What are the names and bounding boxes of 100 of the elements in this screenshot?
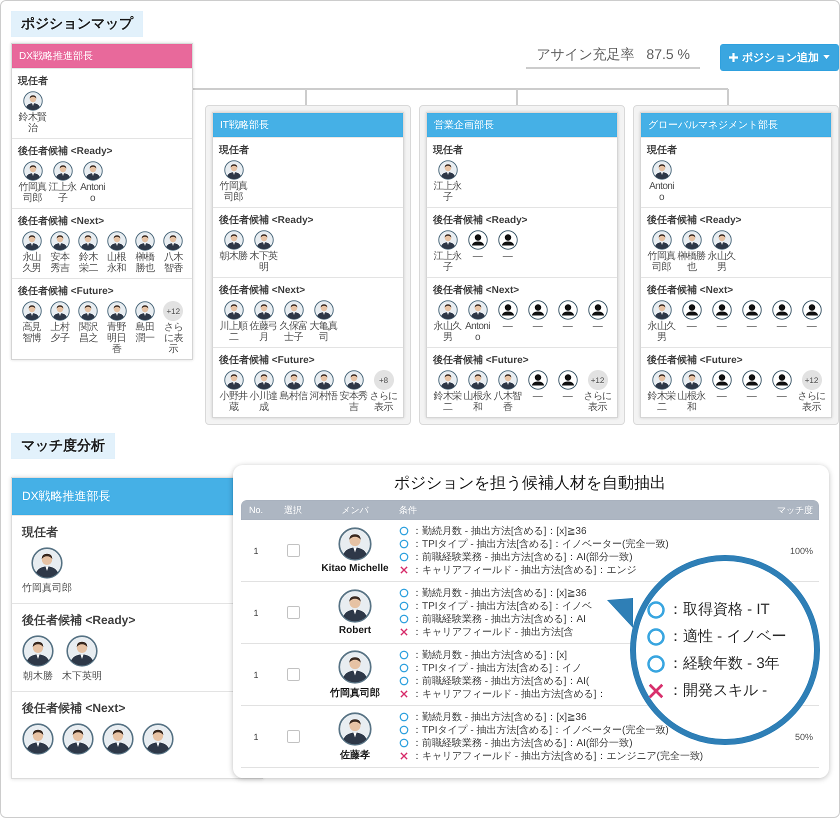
member-name: 永山久男 bbox=[21, 252, 42, 274]
avatar bbox=[82, 161, 102, 181]
avatar bbox=[338, 589, 372, 623]
section-label: 後任者候補 <Next> bbox=[433, 284, 520, 297]
avatar bbox=[254, 300, 274, 320]
condition-text: ：TPIタイプ - 抽出方法[含める]：イノベ bbox=[412, 600, 592, 613]
section-label: 現任者 bbox=[433, 144, 464, 157]
member-name: 佐藤孝 bbox=[340, 748, 370, 762]
member-name: 高見智博 bbox=[21, 322, 42, 344]
avatar bbox=[62, 723, 94, 755]
avatar bbox=[142, 723, 174, 755]
section-label: 現任者 bbox=[18, 74, 49, 88]
person-icon bbox=[528, 300, 548, 320]
avatar bbox=[134, 231, 155, 251]
avatar bbox=[224, 230, 244, 250]
avatar bbox=[224, 160, 244, 180]
member-name: 上村夕子 bbox=[50, 322, 71, 344]
avatar bbox=[50, 231, 70, 251]
card-title: IT戦略部長 bbox=[213, 113, 403, 137]
table-header: No. 選択 メンバ 条件 マッチ度 bbox=[241, 500, 819, 520]
member-name: 島村信 bbox=[279, 391, 308, 402]
more-label[interactable]: さらに表示 bbox=[797, 391, 826, 413]
checkbox[interactable] bbox=[286, 606, 300, 619]
section-label: 後任者候補 <Future> bbox=[219, 354, 316, 367]
member-name: 青野明日香 bbox=[106, 322, 128, 355]
card-title: 営業企画部長 bbox=[427, 113, 617, 137]
condition-text: ：勤続月数 - 抽出方法[含める]：[x]≧36 bbox=[412, 524, 587, 538]
member-name: 永山久男 bbox=[707, 251, 736, 273]
condition-text: ：キャリアフィールド - 抽出方法[含 bbox=[412, 626, 574, 639]
avatar bbox=[50, 301, 70, 321]
avatar bbox=[682, 230, 702, 250]
more-label[interactable]: さらに表示 bbox=[369, 391, 398, 413]
more-button[interactable]: +12 bbox=[588, 370, 608, 390]
avatar bbox=[314, 300, 334, 320]
section-title: マッチ度分析 bbox=[11, 433, 115, 459]
person-icon bbox=[468, 230, 488, 250]
member-name: — bbox=[502, 251, 512, 262]
member-name: 鈴木栄二 bbox=[647, 391, 676, 413]
member-name: — bbox=[776, 321, 786, 332]
section-label: 後任者候補 <Ready> bbox=[18, 144, 114, 158]
member-name: 小川達成 bbox=[249, 391, 278, 413]
avatar bbox=[106, 231, 127, 251]
condition-text: ：TPIタイプ - 抽出方法[含める]：イノベーター(完全一致) bbox=[412, 538, 669, 551]
person-icon bbox=[682, 300, 702, 320]
section-label: 後任者候補 <Ready> bbox=[433, 214, 528, 227]
checkbox[interactable] bbox=[286, 668, 300, 681]
more-button[interactable]: +12 bbox=[163, 301, 184, 321]
avatar bbox=[284, 370, 304, 390]
member-name: — bbox=[746, 391, 756, 402]
section-label: 後任者候補 <Future> bbox=[18, 284, 115, 298]
more-label[interactable]: さらに表示 bbox=[160, 322, 187, 355]
checkbox[interactable] bbox=[286, 730, 300, 743]
condition-text: ：前職経験業務 - 抽出方法[含める]：AI(部分一致) bbox=[412, 736, 633, 750]
member-name: 鈴木栄二 bbox=[78, 252, 99, 274]
avatar bbox=[284, 300, 304, 320]
condition-text: ：前職経験業務 - 抽出方法[含める]：AI(部分一致) bbox=[412, 550, 633, 564]
member-name: 竹岡真司郎 bbox=[22, 582, 72, 595]
member-name: 安本秀吉 bbox=[339, 391, 368, 413]
person-icon bbox=[498, 230, 518, 250]
avatar bbox=[224, 370, 244, 390]
section-label: 後任者候補 <Next> bbox=[219, 284, 306, 297]
member-name: Antonio bbox=[464, 321, 491, 343]
plus-icon bbox=[729, 52, 738, 62]
avatar bbox=[438, 300, 458, 320]
match-score: 100% bbox=[788, 546, 814, 556]
member-name: 大亀真司 bbox=[309, 321, 338, 343]
member-name: 朝木勝 bbox=[23, 670, 53, 683]
member-name: 江上永子 bbox=[433, 181, 462, 203]
person-icon bbox=[742, 300, 762, 320]
avatar bbox=[106, 301, 127, 321]
member-name: Robert bbox=[338, 625, 372, 636]
member-name: 鈴木栄二 bbox=[433, 391, 462, 413]
member-name: 安本秀吉 bbox=[50, 252, 70, 274]
condition-text: ：開発スキル - bbox=[668, 681, 768, 700]
person-icon bbox=[802, 300, 822, 320]
condition-text: ：キャリアフィールド - 抽出方法[含める]：エンジ bbox=[412, 564, 636, 577]
member-name: — bbox=[776, 391, 786, 402]
section-label: 後任者候補 <Ready> bbox=[22, 612, 136, 629]
member-name: 川上順二 bbox=[219, 321, 248, 343]
person-icon bbox=[712, 370, 732, 390]
member-name: 山根永和 bbox=[463, 391, 492, 413]
avatar bbox=[66, 635, 98, 667]
member-name: 江上永子 bbox=[48, 182, 77, 204]
more-button[interactable]: +12 bbox=[802, 370, 822, 390]
avatar bbox=[22, 723, 54, 755]
member-name: 八木智香 bbox=[162, 252, 184, 274]
caret-icon bbox=[823, 55, 830, 59]
card-title: DX戦略推進部長 bbox=[12, 44, 192, 68]
member-name: 久保富士子 bbox=[279, 321, 308, 343]
checkbox[interactable] bbox=[286, 544, 300, 557]
member-name: — bbox=[532, 391, 542, 402]
avatar bbox=[254, 370, 274, 390]
fill-rate: アサイン充足率 87.5 % bbox=[526, 46, 700, 68]
more-label[interactable]: さらに表示 bbox=[583, 391, 612, 413]
member-name: Antonio bbox=[648, 181, 675, 203]
avatar bbox=[438, 230, 458, 250]
member-name: 河村悟 bbox=[309, 391, 338, 402]
more-button[interactable]: +8 bbox=[374, 370, 394, 390]
member-name: 関沢昌之 bbox=[78, 322, 99, 344]
member-name: 竹岡真司郎 bbox=[18, 182, 47, 204]
